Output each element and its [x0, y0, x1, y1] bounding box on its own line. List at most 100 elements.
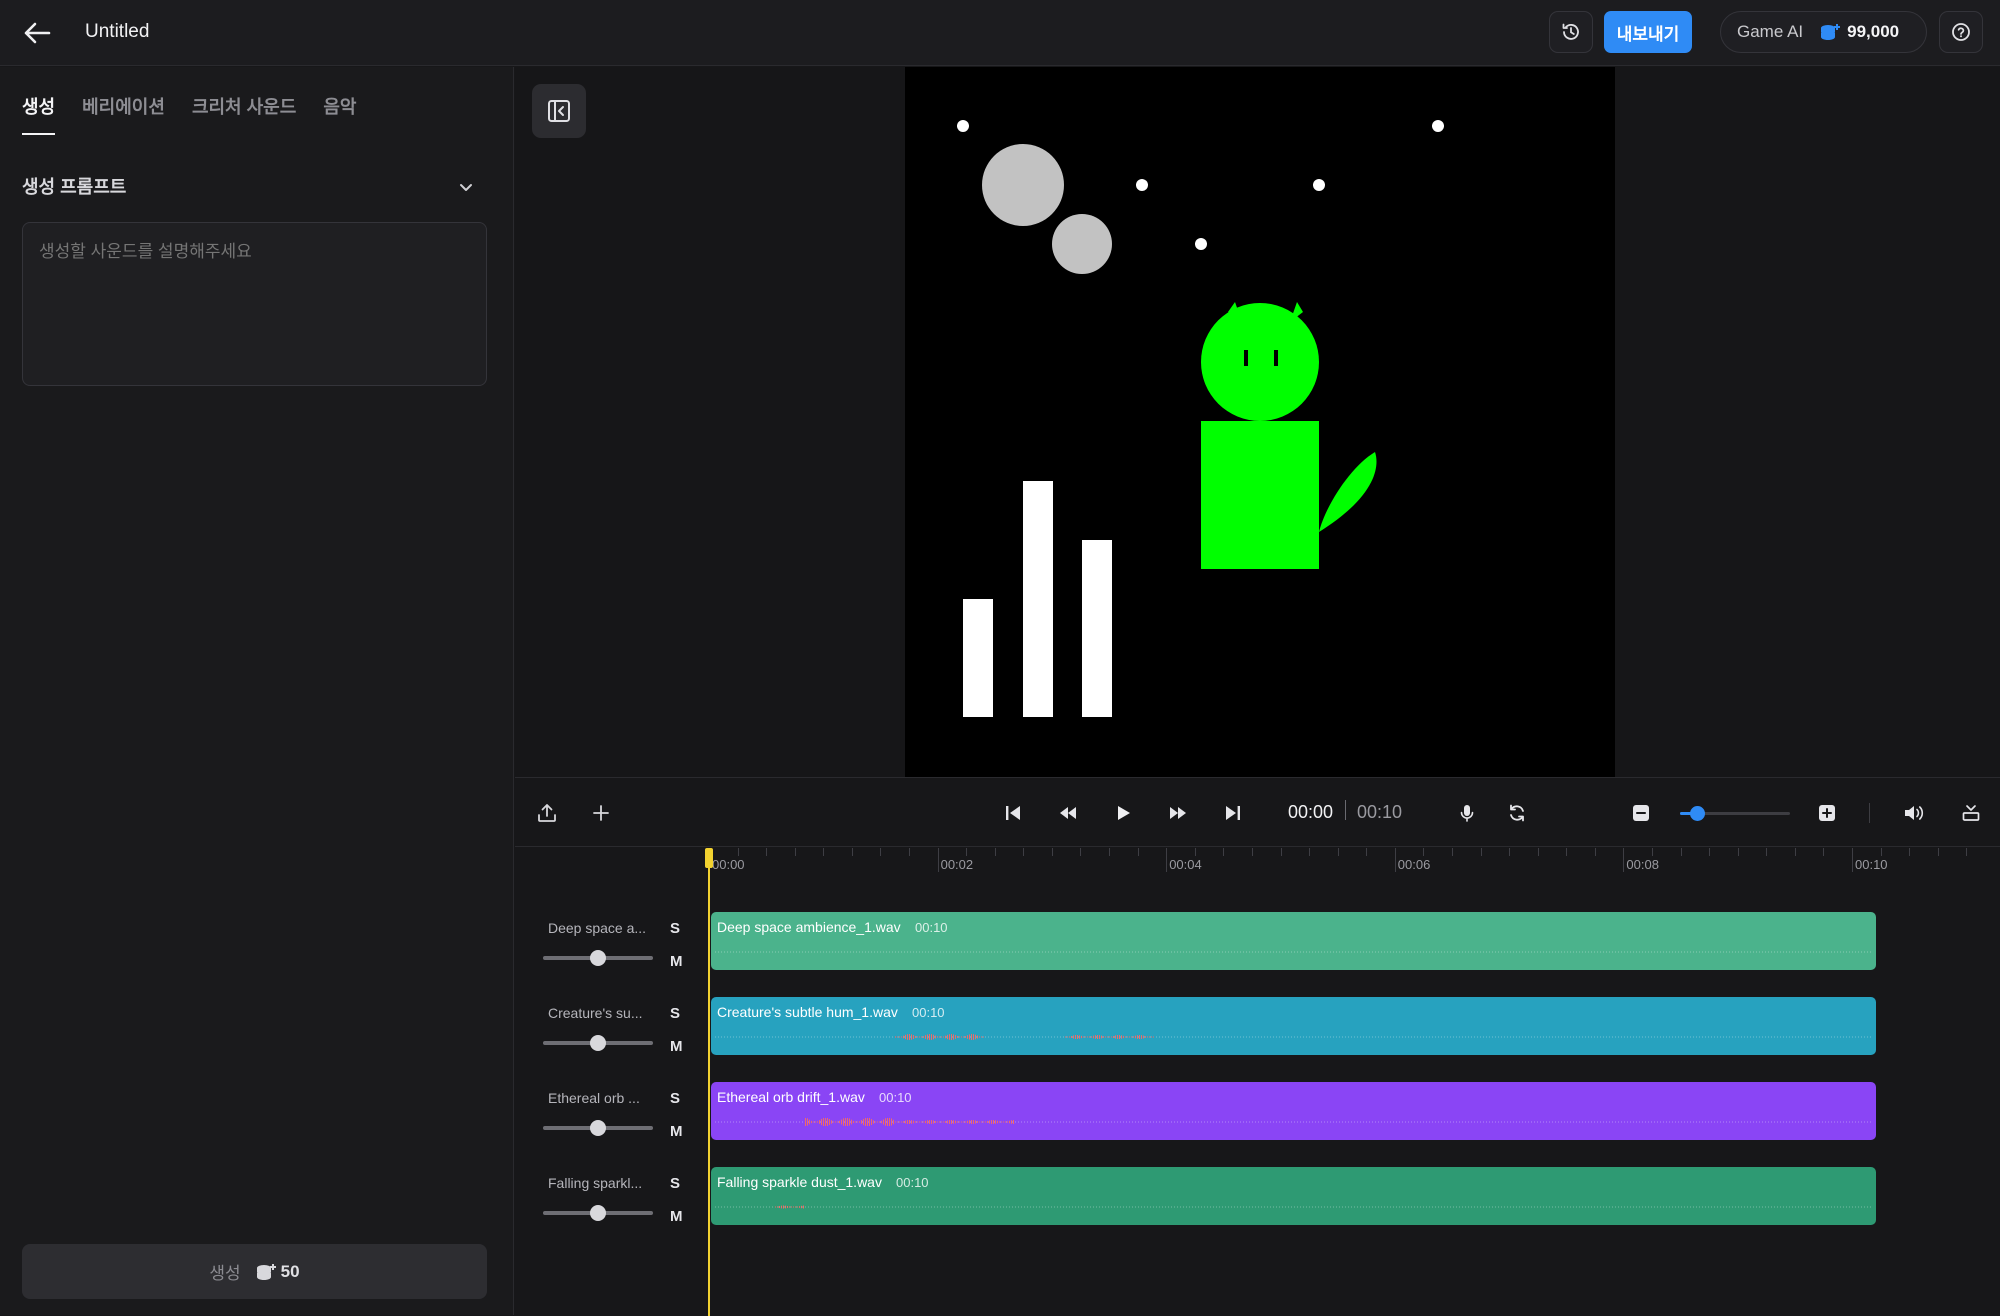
- ruler-minor-tick: [1480, 848, 1482, 856]
- coin-stack-icon: [1821, 24, 1841, 40]
- export-button[interactable]: 내보내기: [1604, 11, 1692, 53]
- solo-button[interactable]: S: [670, 1005, 680, 1022]
- account-credits-pill[interactable]: Game AI 99,000: [1720, 11, 1927, 53]
- zoom-slider-knob[interactable]: [1689, 806, 1705, 821]
- clip-name: Falling sparkle dust_1.wav: [717, 1174, 882, 1190]
- dock-panel-button[interactable]: [1959, 801, 1983, 825]
- track-volume-slider[interactable]: [543, 950, 653, 966]
- tab-music[interactable]: 음악: [323, 93, 356, 135]
- mute-button[interactable]: M: [670, 953, 683, 970]
- loop-button[interactable]: [1505, 801, 1529, 825]
- document-title[interactable]: Untitled: [85, 21, 149, 43]
- audio-clip[interactable]: Deep space ambience_1.wav 00:10: [711, 912, 1876, 970]
- record-button[interactable]: [1455, 801, 1479, 825]
- track-volume-slider[interactable]: [543, 1205, 653, 1221]
- audio-clip[interactable]: Creature's subtle hum_1.wav 00:10: [711, 997, 1876, 1055]
- plus-icon: [593, 805, 609, 821]
- ruler-minor-tick: [1309, 848, 1311, 856]
- mute-button[interactable]: M: [670, 1123, 683, 1140]
- zoom-out-button[interactable]: [1629, 801, 1653, 825]
- clip-name: Creature's subtle hum_1.wav: [717, 1004, 898, 1020]
- mode-tabs: 생성 베리에이션 크리처 사운드 음악: [22, 93, 383, 135]
- sidebar-collapse-icon: [548, 100, 570, 122]
- fast-forward-button[interactable]: [1166, 801, 1190, 825]
- ruler-major-tick: [1623, 848, 1625, 872]
- mute-button[interactable]: M: [670, 1208, 683, 1225]
- help-button[interactable]: [1939, 11, 1983, 53]
- ruler-major-tick: [1394, 848, 1396, 872]
- account-name: Game AI: [1737, 22, 1804, 41]
- total-time: 00:10: [1357, 802, 1403, 822]
- collapse-panel-button[interactable]: [532, 84, 586, 138]
- ruler-label: 00:00: [712, 857, 745, 872]
- ruler-minor-tick: [1251, 848, 1253, 856]
- skip-start-button[interactable]: [1001, 801, 1025, 825]
- creature-eye: [1244, 350, 1248, 366]
- ruler-minor-tick: [823, 848, 825, 856]
- upload-button[interactable]: [535, 801, 559, 825]
- audio-clip[interactable]: Falling sparkle dust_1.wav 00:10: [711, 1167, 1876, 1225]
- track-volume-knob[interactable]: [590, 1035, 606, 1051]
- playhead-handle[interactable]: [705, 848, 713, 868]
- ruler-minor-tick: [1337, 848, 1339, 856]
- track-label[interactable]: Creature's su...: [548, 1005, 658, 1021]
- skip-start-icon: [1006, 806, 1020, 820]
- track-label[interactable]: Falling sparkl...: [548, 1175, 658, 1191]
- history-button[interactable]: [1549, 11, 1593, 53]
- track-volume-slider[interactable]: [543, 1035, 653, 1051]
- zoom-slider[interactable]: [1680, 806, 1790, 821]
- playhead-line[interactable]: [708, 848, 710, 1316]
- ruler-minor-tick: [1509, 848, 1511, 856]
- ruler-minor-tick: [1109, 848, 1111, 856]
- ruler-minor-tick: [1566, 848, 1568, 856]
- ruler-minor-tick: [1080, 848, 1082, 856]
- volume-button[interactable]: [1902, 801, 1926, 825]
- tab-variation[interactable]: 베리에이션: [82, 93, 165, 135]
- waveform: [715, 951, 1872, 953]
- track-label[interactable]: Ethereal orb ...: [548, 1090, 658, 1106]
- solo-button[interactable]: S: [670, 920, 680, 937]
- prompt-section-title: 생성 프롬프트: [22, 177, 127, 197]
- ruler-minor-tick: [1737, 848, 1739, 856]
- ruler-label: 00:06: [1397, 857, 1431, 872]
- back-button[interactable]: [20, 16, 54, 50]
- track-volume-knob[interactable]: [590, 1205, 606, 1221]
- star: [1136, 179, 1148, 191]
- mute-button[interactable]: M: [670, 1038, 683, 1055]
- track-volume-knob[interactable]: [590, 1120, 606, 1136]
- time-ruler[interactable]: 00:00 00:02 00:04 00:06 00:08 00:10: [515, 848, 2000, 878]
- star: [1313, 179, 1325, 191]
- tab-creature-sound[interactable]: 크리처 사운드: [192, 93, 296, 135]
- add-track-button[interactable]: [589, 801, 613, 825]
- track-volume-slider[interactable]: [543, 1120, 653, 1136]
- solo-button[interactable]: S: [670, 1090, 680, 1107]
- generate-button[interactable]: 생성 50: [22, 1244, 487, 1299]
- star: [1432, 120, 1444, 132]
- ruler-minor-tick: [1194, 848, 1196, 856]
- track-label[interactable]: Deep space a...: [548, 920, 658, 936]
- skip-end-button[interactable]: [1221, 801, 1245, 825]
- tab-generate[interactable]: 생성: [22, 93, 56, 135]
- play-icon: [1118, 806, 1130, 820]
- audio-clip[interactable]: Ethereal orb drift_1.wav 00:10: [711, 1082, 1876, 1140]
- track-volume-knob[interactable]: [590, 950, 606, 966]
- ruler-label: 00:04: [1169, 857, 1202, 872]
- solo-button[interactable]: S: [670, 1175, 680, 1192]
- star: [1195, 238, 1207, 250]
- ruler-minor-tick: [1823, 848, 1825, 856]
- ruler-minor-tick: [1909, 848, 1911, 856]
- preview-canvas[interactable]: [905, 67, 1615, 777]
- creature-head: [1201, 303, 1319, 421]
- fast-forward-icon: [1170, 807, 1186, 819]
- prompt-input[interactable]: [22, 222, 487, 386]
- zoom-in-button[interactable]: [1815, 801, 1839, 825]
- panel-bottom-icon: [1962, 805, 1980, 821]
- chevron-down-icon[interactable]: [456, 177, 476, 197]
- ruler-minor-tick: [1223, 848, 1225, 856]
- ruler-minor-tick: [1966, 848, 1968, 856]
- clip-name: Deep space ambience_1.wav: [717, 919, 901, 935]
- ruler-major-tick: [1852, 848, 1853, 872]
- rewind-button[interactable]: [1056, 801, 1080, 825]
- ruler-minor-tick: [1023, 848, 1025, 856]
- play-button[interactable]: [1111, 801, 1135, 825]
